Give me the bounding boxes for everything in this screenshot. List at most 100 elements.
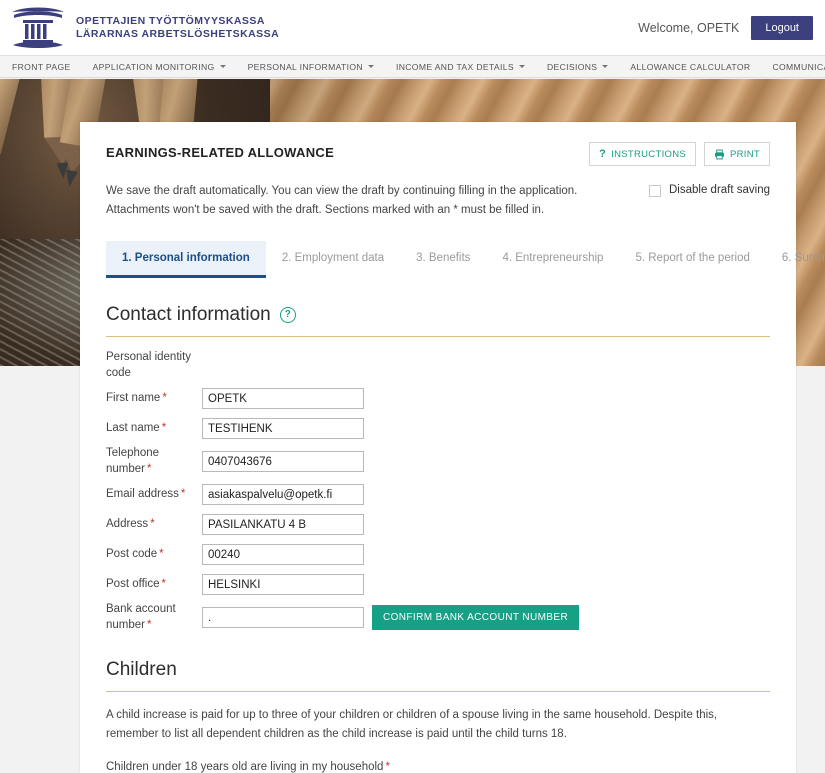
printer-icon: [715, 149, 724, 159]
form-row: First name *: [106, 386, 770, 411]
nav-item-label: APPLICATION MONITORING: [92, 61, 215, 72]
disable-draft-saving-control[interactable]: Disable draft saving: [649, 182, 770, 219]
required-marker: *: [162, 392, 167, 405]
bank-account-number-input[interactable]: [202, 607, 364, 629]
contact-form: Personal identity codeFirst name*Last na…: [106, 350, 770, 633]
required-marker: *: [159, 548, 164, 561]
contact-section-heading: Contact information ?: [106, 304, 770, 326]
page-title: EARNINGS-RELATED ALLOWANCE: [106, 145, 335, 160]
field-label: Bank account number *: [106, 602, 202, 633]
classical-column-logo-icon: [12, 7, 64, 48]
card-header-actions: ? INSTRUCTIONS PRINT: [589, 142, 770, 166]
form-row: Telephone number *: [106, 446, 770, 477]
nav-item-front-page[interactable]: FRONT PAGE: [12, 56, 82, 77]
field-label: Email address *: [106, 487, 202, 503]
chevron-down-icon: [219, 65, 226, 68]
nav-item-decisions[interactable]: DECISIONS: [536, 56, 619, 77]
field-label-text: Post office: [106, 578, 160, 591]
email-address-input[interactable]: [202, 484, 364, 506]
required-marker: *: [161, 578, 166, 591]
tab-2[interactable]: 2. Employment data: [266, 241, 400, 278]
field-label-text: First name: [106, 392, 161, 405]
draft-info-text: We save the draft automatically. You can…: [106, 185, 578, 216]
nav-item-label: ALLOWANCE CALCULATOR: [630, 61, 751, 72]
form-row: Last name *: [106, 416, 770, 441]
tab-3[interactable]: 3. Benefits: [400, 241, 486, 278]
nav-item-personal-information[interactable]: PERSONAL INFORMATION: [237, 56, 385, 77]
instructions-button[interactable]: ? INSTRUCTIONS: [589, 142, 696, 166]
bank-account-row: Bank account number* CONFIRM BANK ACCOUNT…: [106, 602, 770, 633]
field-label-text: Last name: [106, 422, 160, 435]
contact-heading-text: Contact information: [106, 304, 271, 326]
disable-draft-checkbox[interactable]: [649, 185, 661, 197]
nav-item-income-and-tax-details[interactable]: INCOME AND TAX DETAILS: [385, 56, 536, 77]
nav-item-label: FRONT PAGE: [12, 61, 71, 72]
field-label-text: Address: [106, 518, 149, 531]
form-row: Address *: [106, 512, 770, 537]
field-label: Post office *: [106, 577, 202, 593]
tab-6[interactable]: 6. Summary, attachments, send: [766, 241, 825, 278]
form-row: Post office *: [106, 572, 770, 597]
help-question-icon[interactable]: ?: [279, 307, 296, 324]
print-label: PRINT: [730, 148, 760, 160]
form-row: Post code *: [106, 542, 770, 567]
field-label-text: Telephone number: [106, 447, 160, 475]
nav-item-label: DECISIONS: [546, 61, 598, 72]
print-button[interactable]: PRINT: [704, 142, 770, 166]
nav-item-label: PERSONAL INFORMATION: [247, 61, 363, 72]
tab-4[interactable]: 4. Entrepreneurship: [486, 241, 619, 278]
tab-1[interactable]: 1. Personal information: [106, 241, 266, 279]
form-row: Email address *: [106, 482, 770, 507]
post-office-input[interactable]: [202, 574, 364, 596]
required-marker: *: [147, 462, 152, 475]
nav-item-label: COMMUNICATION: [772, 61, 825, 72]
required-marker: *: [147, 618, 152, 631]
telephone-number-input[interactable]: [202, 451, 364, 473]
top-header: OPETTAJIEN TYÖTTÖMYYSKASSA LÄRARNAS ARBE…: [0, 0, 825, 55]
chevron-down-icon: [518, 65, 525, 68]
brand-line-2: LÄRARNAS ARBETSLÖSHETSKASSA: [76, 27, 280, 40]
disable-draft-label: Disable draft saving: [669, 184, 770, 196]
children-question: Children under 18 years old are living i…: [106, 761, 770, 773]
chevron-down-icon: [367, 65, 374, 68]
brand-line-1: OPETTAJIEN TYÖTTÖMYYSKASSA: [76, 14, 265, 27]
card-header: EARNINGS-RELATED ALLOWANCE ? INSTRUCTION…: [106, 142, 770, 166]
children-question-text: Children under 18 years old are living i…: [106, 760, 384, 773]
section-divider: [106, 691, 770, 693]
nav-item-application-monitoring[interactable]: APPLICATION MONITORING: [82, 56, 237, 77]
header-right: Welcome, OPETK Logout: [638, 15, 825, 40]
form-row: Personal identity code: [106, 350, 770, 381]
field-label-text: Post code: [106, 548, 158, 561]
address-input[interactable]: [202, 514, 364, 536]
field-label-text: Personal identity code: [106, 351, 192, 379]
wizard-tabs: 1. Personal information 2. Employment dat…: [106, 241, 825, 279]
post-code-input[interactable]: [202, 544, 364, 566]
section-divider: [106, 336, 770, 338]
children-description: A child increase is paid for up to three…: [106, 709, 718, 741]
required-marker: *: [161, 422, 167, 435]
field-label: Last name *: [106, 421, 202, 437]
card-intro-row: We save the draft automatically. You can…: [106, 182, 770, 219]
logout-button[interactable]: Logout: [751, 15, 813, 40]
required-marker: *: [180, 488, 186, 501]
children-heading-text: Children: [106, 659, 177, 681]
nav-item-communication[interactable]: COMMUNICATION: [761, 56, 825, 77]
field-label: Post code *: [106, 547, 202, 563]
field-label-text: Email address: [106, 488, 179, 501]
field-label: First name *: [106, 391, 202, 407]
field-label: Personal identity code: [106, 350, 202, 381]
question-mark-icon: ?: [599, 148, 607, 160]
children-section-heading: Children: [106, 659, 770, 681]
first-name-input[interactable]: [202, 388, 364, 410]
last-name-input[interactable]: [202, 418, 364, 440]
confirm-bank-account-button[interactable]: CONFIRM BANK ACCOUNT NUMBER: [372, 605, 580, 631]
instructions-label: INSTRUCTIONS: [611, 148, 686, 160]
chevron-down-icon: [602, 65, 609, 68]
tab-5[interactable]: 5. Report of the period: [619, 241, 765, 278]
nav-item-allowance-calculator[interactable]: ALLOWANCE CALCULATOR: [619, 56, 761, 77]
main-navigation: FRONT PAGE APPLICATION MONITORING PERSONAL…: [0, 55, 825, 78]
nav-item-label: INCOME AND TAX DETAILS: [395, 61, 514, 72]
required-marker: *: [385, 760, 390, 773]
required-marker: *: [150, 518, 155, 531]
brand-logo[interactable]: OPETTAJIEN TYÖTTÖMYYSKASSA LÄRARNAS ARBE…: [0, 5, 279, 51]
